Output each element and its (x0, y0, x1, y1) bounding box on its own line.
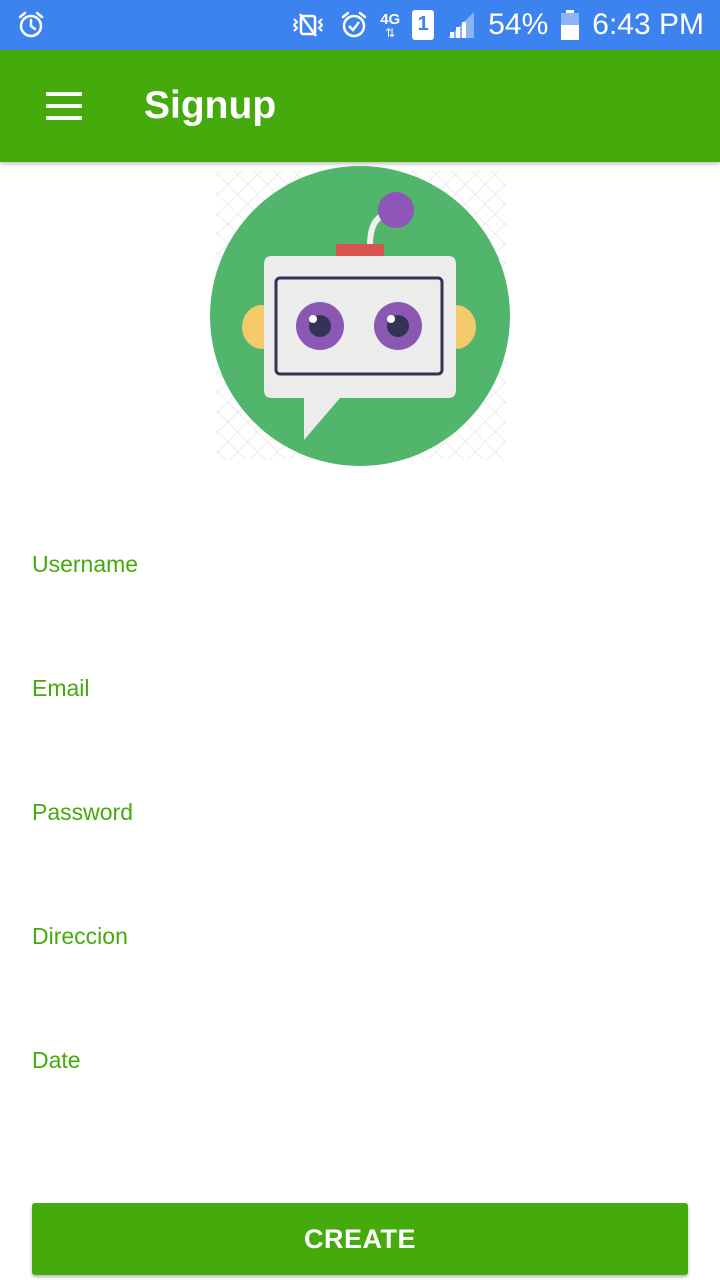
hamburger-menu-icon[interactable] (36, 80, 92, 132)
robot-chat-icon (208, 164, 512, 468)
date-label: Date (32, 1047, 81, 1073)
clock: 6:43 PM (592, 8, 704, 41)
status-left (16, 10, 46, 40)
status-bar: 4G ⇅ 1 54% 6:43 PM (0, 0, 720, 50)
username-label: Username (32, 551, 139, 577)
sim-slot-label: 1 (417, 13, 429, 35)
username-input[interactable] (32, 582, 688, 634)
direccion-label: Direccion (32, 923, 128, 949)
date-field[interactable]: Date (32, 1044, 688, 1140)
sim-icon: 1 (412, 10, 435, 40)
email-label: Email (32, 675, 90, 701)
vibrate-icon (288, 10, 328, 40)
page-title: Signup (144, 84, 277, 127)
battery-percent: 54% (488, 8, 549, 41)
alarm-icon (16, 10, 46, 40)
direccion-input[interactable] (32, 954, 688, 1006)
email-field[interactable]: Email (32, 672, 688, 768)
battery-icon (560, 9, 580, 41)
network-label: 4G (380, 10, 401, 28)
password-label: Password (32, 799, 133, 825)
date-input[interactable] (32, 1078, 688, 1130)
email-input[interactable] (32, 706, 688, 758)
signal-icon (446, 10, 476, 40)
username-field[interactable]: Username (32, 548, 688, 644)
status-right: 4G ⇅ 1 54% 6:43 PM (288, 8, 704, 42)
password-field[interactable]: Password (32, 796, 688, 892)
create-button[interactable]: CREATE (32, 1203, 688, 1275)
direccion-field[interactable]: Direccion (32, 920, 688, 1016)
password-input[interactable] (32, 830, 688, 882)
app-bar: Signup (0, 50, 720, 162)
network-4g-icon: 4G ⇅ (380, 10, 401, 40)
alarm-clock-icon (340, 10, 368, 40)
